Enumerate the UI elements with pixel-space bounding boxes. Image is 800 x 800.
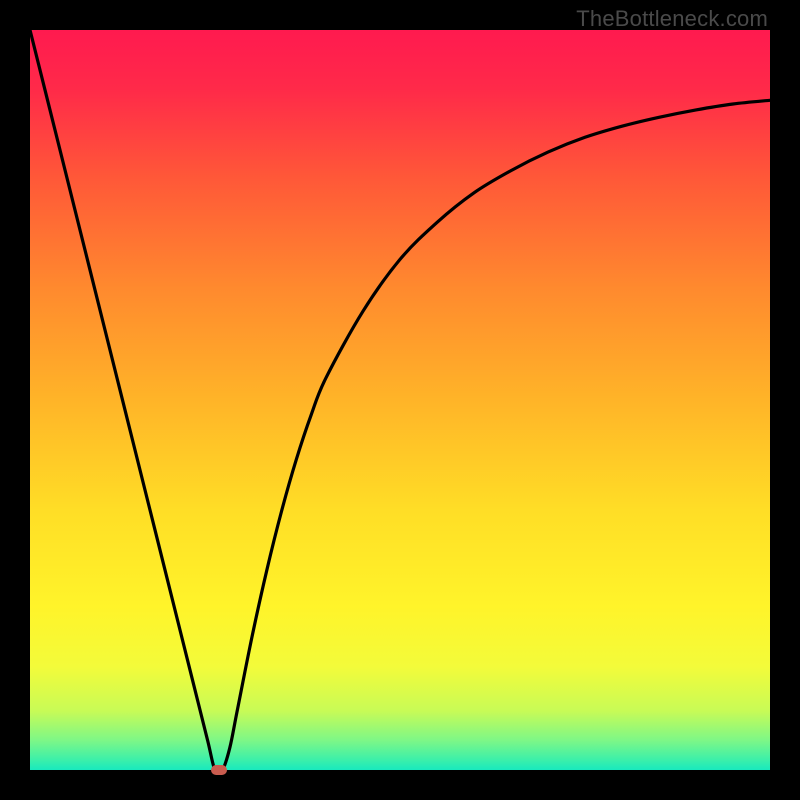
curve-minimum-marker — [211, 765, 227, 775]
chart-frame: TheBottleneck.com — [0, 0, 800, 800]
plot-area — [30, 30, 770, 770]
watermark-text: TheBottleneck.com — [576, 6, 768, 32]
bottleneck-curve — [30, 30, 770, 770]
